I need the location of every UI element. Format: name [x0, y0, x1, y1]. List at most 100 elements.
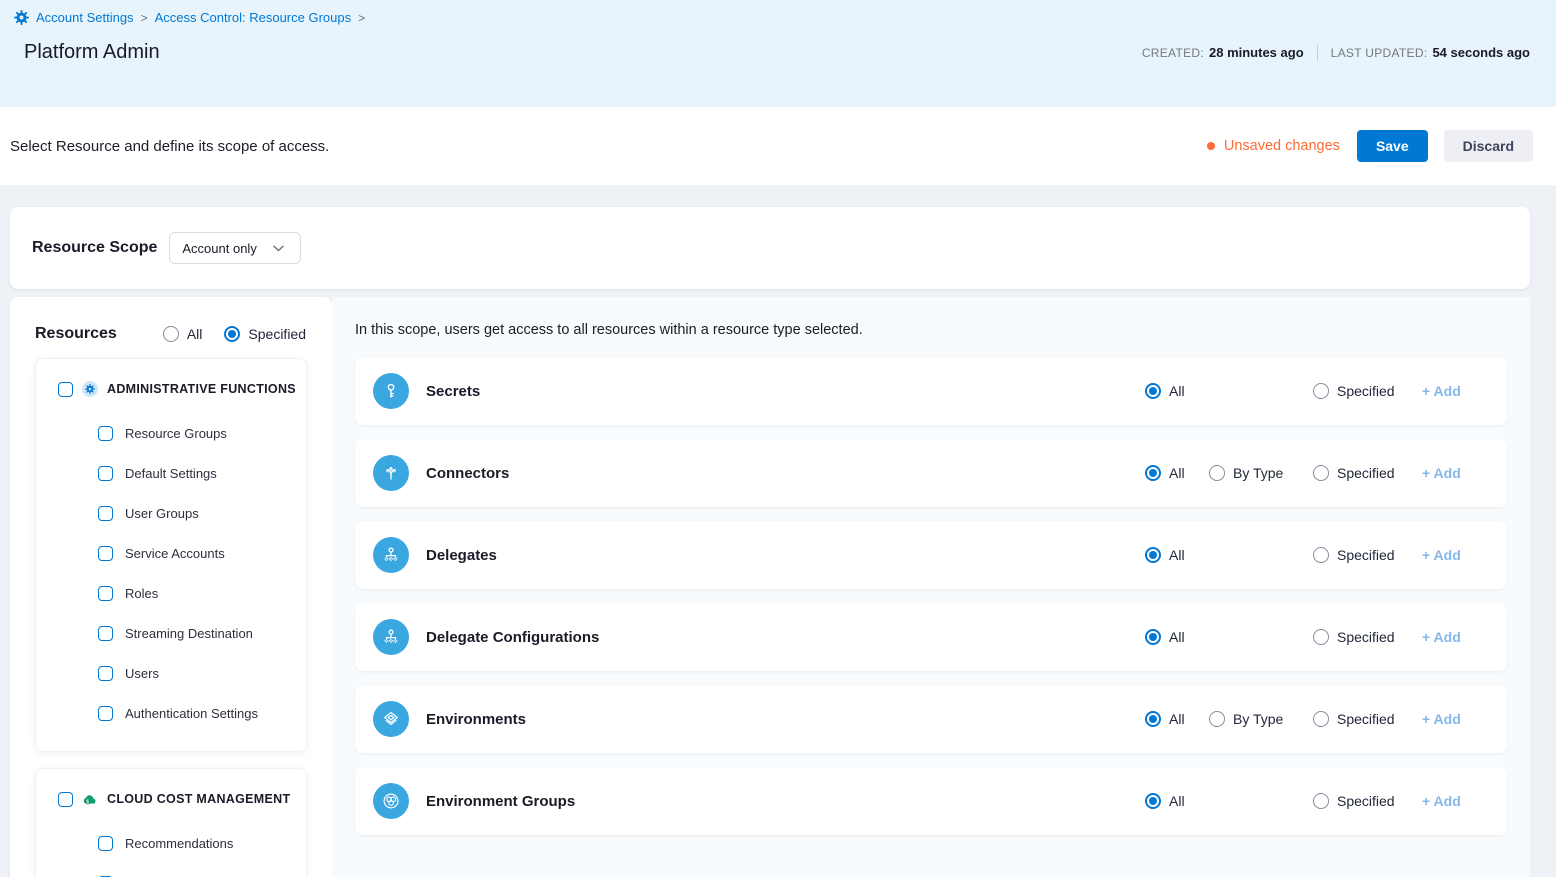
resource-item[interactable]: Default Settings	[58, 453, 298, 493]
radio-icon[interactable]	[1313, 711, 1329, 727]
resources-mode-all[interactable]: All	[163, 326, 203, 342]
add-link[interactable]: + Add	[1422, 383, 1465, 399]
meta-divider	[1317, 45, 1318, 61]
radio-icon[interactable]	[1145, 629, 1161, 645]
resource-item[interactable]: Resource Groups	[58, 413, 298, 453]
radio-option-all[interactable]: All	[1145, 383, 1209, 399]
radio-icon[interactable]	[163, 326, 179, 342]
add-link[interactable]: + Add	[1422, 547, 1465, 563]
radio-option-specified[interactable]: Specified	[1313, 547, 1422, 563]
radio-icon[interactable]	[1145, 793, 1161, 809]
resource-checkbox[interactable]	[98, 706, 113, 721]
resource-checkbox[interactable]	[98, 426, 113, 441]
resource-item-label: User Groups	[125, 506, 199, 521]
resource-type-label: Secrets	[426, 383, 480, 400]
breadcrumb-account-settings[interactable]: Account Settings	[36, 10, 134, 25]
resource-type-label: Environments	[426, 711, 526, 728]
resource-item[interactable]: Roles	[58, 573, 298, 613]
radio-option-by-type[interactable]: By Type	[1209, 465, 1313, 481]
resource-checkbox[interactable]	[98, 626, 113, 641]
breadcrumb-separator: >	[141, 11, 148, 25]
toolbar: Select Resource and define its scope of …	[0, 107, 1556, 185]
radio-icon[interactable]	[1313, 547, 1329, 563]
radio-option-specified[interactable]: Specified	[1313, 793, 1422, 809]
radio-icon[interactable]	[1313, 793, 1329, 809]
radio-option-label: Specified	[248, 326, 306, 342]
header-meta: CREATED: 28 minutes ago LAST UPDATED: 54…	[1142, 45, 1530, 61]
last-updated-label: LAST UPDATED:	[1331, 46, 1428, 60]
resource-item-label: Authentication Settings	[125, 706, 258, 721]
radio-option-label: By Type	[1233, 711, 1283, 727]
resource-scope-card: Resource Scope Account only	[10, 207, 1530, 289]
resource-category-group: ADMINISTRATIVE FUNCTIONS Resource Groups…	[35, 358, 307, 752]
radio-option-specified[interactable]: Specified	[1313, 629, 1422, 645]
resource-item-label: Resource Groups	[125, 426, 227, 441]
radio-icon[interactable]	[1313, 629, 1329, 645]
radio-option-all[interactable]: All	[1145, 793, 1209, 809]
radio-icon[interactable]	[224, 326, 240, 342]
resources-mode-radios: All Specified	[163, 326, 306, 342]
breadcrumb: Account Settings > Access Control: Resou…	[14, 10, 1530, 25]
radio-option-label: Specified	[1337, 465, 1395, 481]
add-link[interactable]: + Add	[1422, 793, 1465, 809]
radio-option-all[interactable]: All	[1145, 711, 1209, 727]
resource-checkbox[interactable]	[98, 666, 113, 681]
connector-icon	[373, 455, 409, 491]
resource-item-label: Recommendations	[125, 836, 233, 851]
resource-item[interactable]: Users	[58, 653, 298, 693]
category-checkbox[interactable]	[58, 382, 73, 397]
radio-option-all[interactable]: All	[1145, 547, 1209, 563]
admin-gear-icon	[82, 381, 98, 397]
content-area: Resource Scope Account only Resources Al…	[0, 185, 1556, 877]
resource-type-row: Environment Groups All Specified + Add	[355, 767, 1507, 835]
save-button[interactable]: Save	[1357, 130, 1428, 162]
discard-button[interactable]: Discard	[1444, 130, 1533, 162]
toolbar-description: Select Resource and define its scope of …	[10, 138, 329, 155]
resource-item[interactable]: User Groups	[58, 493, 298, 533]
radio-icon[interactable]	[1145, 547, 1161, 563]
radio-icon[interactable]	[1313, 465, 1329, 481]
resource-checkbox[interactable]	[98, 586, 113, 601]
resource-checkbox[interactable]	[98, 836, 113, 851]
resources-title: Resources	[35, 325, 117, 343]
radio-option-label: All	[1169, 711, 1185, 727]
resource-item[interactable]: Streaming Destination	[58, 613, 298, 653]
radio-icon[interactable]	[1209, 711, 1225, 727]
add-link[interactable]: + Add	[1422, 465, 1465, 481]
resources-mode-specified[interactable]: Specified	[224, 326, 306, 342]
radio-option-specified[interactable]: Specified	[1313, 711, 1422, 727]
radio-icon[interactable]	[1145, 711, 1161, 727]
key-icon	[373, 373, 409, 409]
radio-icon[interactable]	[1145, 383, 1161, 399]
radio-icon[interactable]	[1209, 465, 1225, 481]
resource-checkbox[interactable]	[98, 546, 113, 561]
page-title: Platform Admin	[24, 41, 160, 64]
radio-option-specified[interactable]: Specified	[1313, 383, 1422, 399]
resource-item[interactable]: Service Accounts	[58, 533, 298, 573]
resource-scope-select[interactable]: Account only	[169, 232, 301, 264]
resource-item[interactable]: Recommendations	[58, 823, 298, 863]
radio-option-all[interactable]: All	[1145, 465, 1209, 481]
breadcrumb-separator: >	[358, 11, 365, 25]
scope-description: In this scope, users get access to all r…	[355, 322, 1530, 338]
resource-type-label: Environment Groups	[426, 793, 575, 810]
radio-option-by-type[interactable]: By Type	[1209, 711, 1313, 727]
add-link[interactable]: + Add	[1422, 629, 1465, 645]
category-checkbox[interactable]	[58, 792, 73, 807]
resource-checkbox[interactable]	[98, 466, 113, 481]
radio-option-label: All	[1169, 383, 1185, 399]
radio-icon[interactable]	[1145, 465, 1161, 481]
radio-option-all[interactable]: All	[1145, 629, 1209, 645]
resource-item[interactable]: Authentication Settings	[58, 693, 298, 733]
environment-group-icon	[373, 783, 409, 819]
resource-types-panel: In this scope, users get access to all r…	[332, 297, 1530, 877]
add-link[interactable]: + Add	[1422, 711, 1465, 727]
radio-icon[interactable]	[1313, 383, 1329, 399]
radio-option-label: All	[1169, 547, 1185, 563]
resource-type-row: Connectors All By Type Specified + Add	[355, 439, 1507, 507]
resource-item[interactable]: Anomalies	[58, 863, 298, 877]
breadcrumb-resource-groups[interactable]: Access Control: Resource Groups	[155, 10, 352, 25]
radio-option-specified[interactable]: Specified	[1313, 465, 1422, 481]
unsaved-changes-dot	[1207, 142, 1215, 150]
resource-checkbox[interactable]	[98, 506, 113, 521]
